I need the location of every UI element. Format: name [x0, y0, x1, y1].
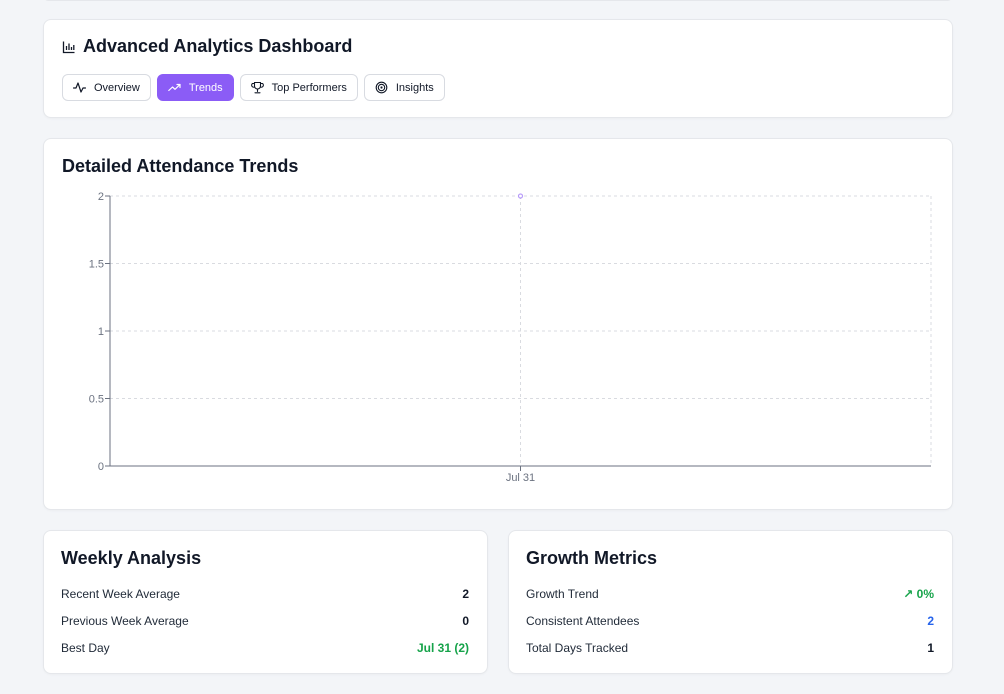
tab-overview[interactable]: Overview: [62, 74, 151, 101]
attendance-trend-chart: 0 0.5 1 1.5 2 Jul 31: [89, 191, 932, 484]
target-icon: [375, 81, 388, 94]
metric-value: 2: [927, 614, 934, 628]
tab-top-performers[interactable]: Top Performers: [239, 74, 358, 101]
dashboard-title: Advanced Analytics Dashboard: [83, 36, 353, 56]
tab-top-performers-label: Top Performers: [271, 81, 347, 94]
metric-label: Growth Trend: [526, 587, 599, 601]
metric-label: Recent Week Average: [61, 587, 180, 601]
tab-insights-label: Insights: [395, 81, 434, 94]
trophy-icon: [250, 81, 264, 94]
tab-trends-label: Trends: [188, 81, 223, 94]
metric-value: ↗ 0%: [903, 587, 934, 601]
y-tick-label: 2: [98, 191, 104, 203]
trending-up-icon: [168, 83, 181, 92]
y-tick-label: 0: [98, 461, 104, 473]
bar-chart-icon: [62, 41, 75, 53]
dashboard-header-card: Advanced Analytics Dashboard Overview Tr…: [43, 19, 953, 118]
growth-metrics-title: Growth Metrics: [526, 548, 658, 568]
x-tick-label: Jul 31: [506, 472, 535, 484]
dashboard-title-row: Advanced Analytics Dashboard: [62, 36, 352, 57]
metric-value: Jul 31 (2): [416, 641, 469, 655]
y-tick-label: 1.5: [89, 259, 104, 271]
weekly-analysis-title: Weekly Analysis: [61, 548, 202, 568]
metric-row-total-days: Total Days Tracked 1: [526, 640, 934, 656]
y-tick-label: 1: [98, 326, 104, 338]
metric-row-best-day: Best Day Jul 31 (2): [61, 640, 469, 656]
metric-row-previous-week: Previous Week Average 0: [61, 613, 469, 629]
tab-overview-label: Overview: [94, 81, 140, 94]
attendance-trends-card: Detailed Attendance Trends 0 0.5 1 1.5 2 Jul …: [43, 138, 953, 510]
metric-row-growth-trend: Growth Trend ↗ 0%: [526, 586, 934, 602]
weekly-analysis-card: Weekly Analysis Recent Week Average 2 Pr…: [43, 530, 488, 674]
metric-label: Best Day: [61, 641, 110, 655]
metric-row-recent-week: Recent Week Average 2: [61, 586, 469, 602]
metric-value: 0: [462, 614, 469, 628]
growth-metrics-card: Growth Metrics Growth Trend ↗ 0% Consist…: [508, 530, 953, 674]
tab-insights[interactable]: Insights: [363, 74, 445, 101]
view-tabs: Overview Trends Top Performers Insights: [62, 74, 445, 101]
y-tick-label: 0.5: [89, 394, 104, 406]
activity-icon: [73, 82, 86, 93]
data-point: [517, 193, 524, 199]
previous-card-edge: [43, 0, 953, 1]
metric-value: 2: [462, 587, 469, 601]
metric-label: Total Days Tracked: [526, 641, 629, 655]
metric-label: Previous Week Average: [61, 614, 189, 628]
metric-value: 1: [927, 641, 934, 655]
metric-row-consistent-attendees: Consistent Attendees 2: [526, 613, 934, 629]
metric-label: Consistent Attendees: [526, 614, 640, 628]
tab-trends[interactable]: Trends: [156, 74, 234, 101]
